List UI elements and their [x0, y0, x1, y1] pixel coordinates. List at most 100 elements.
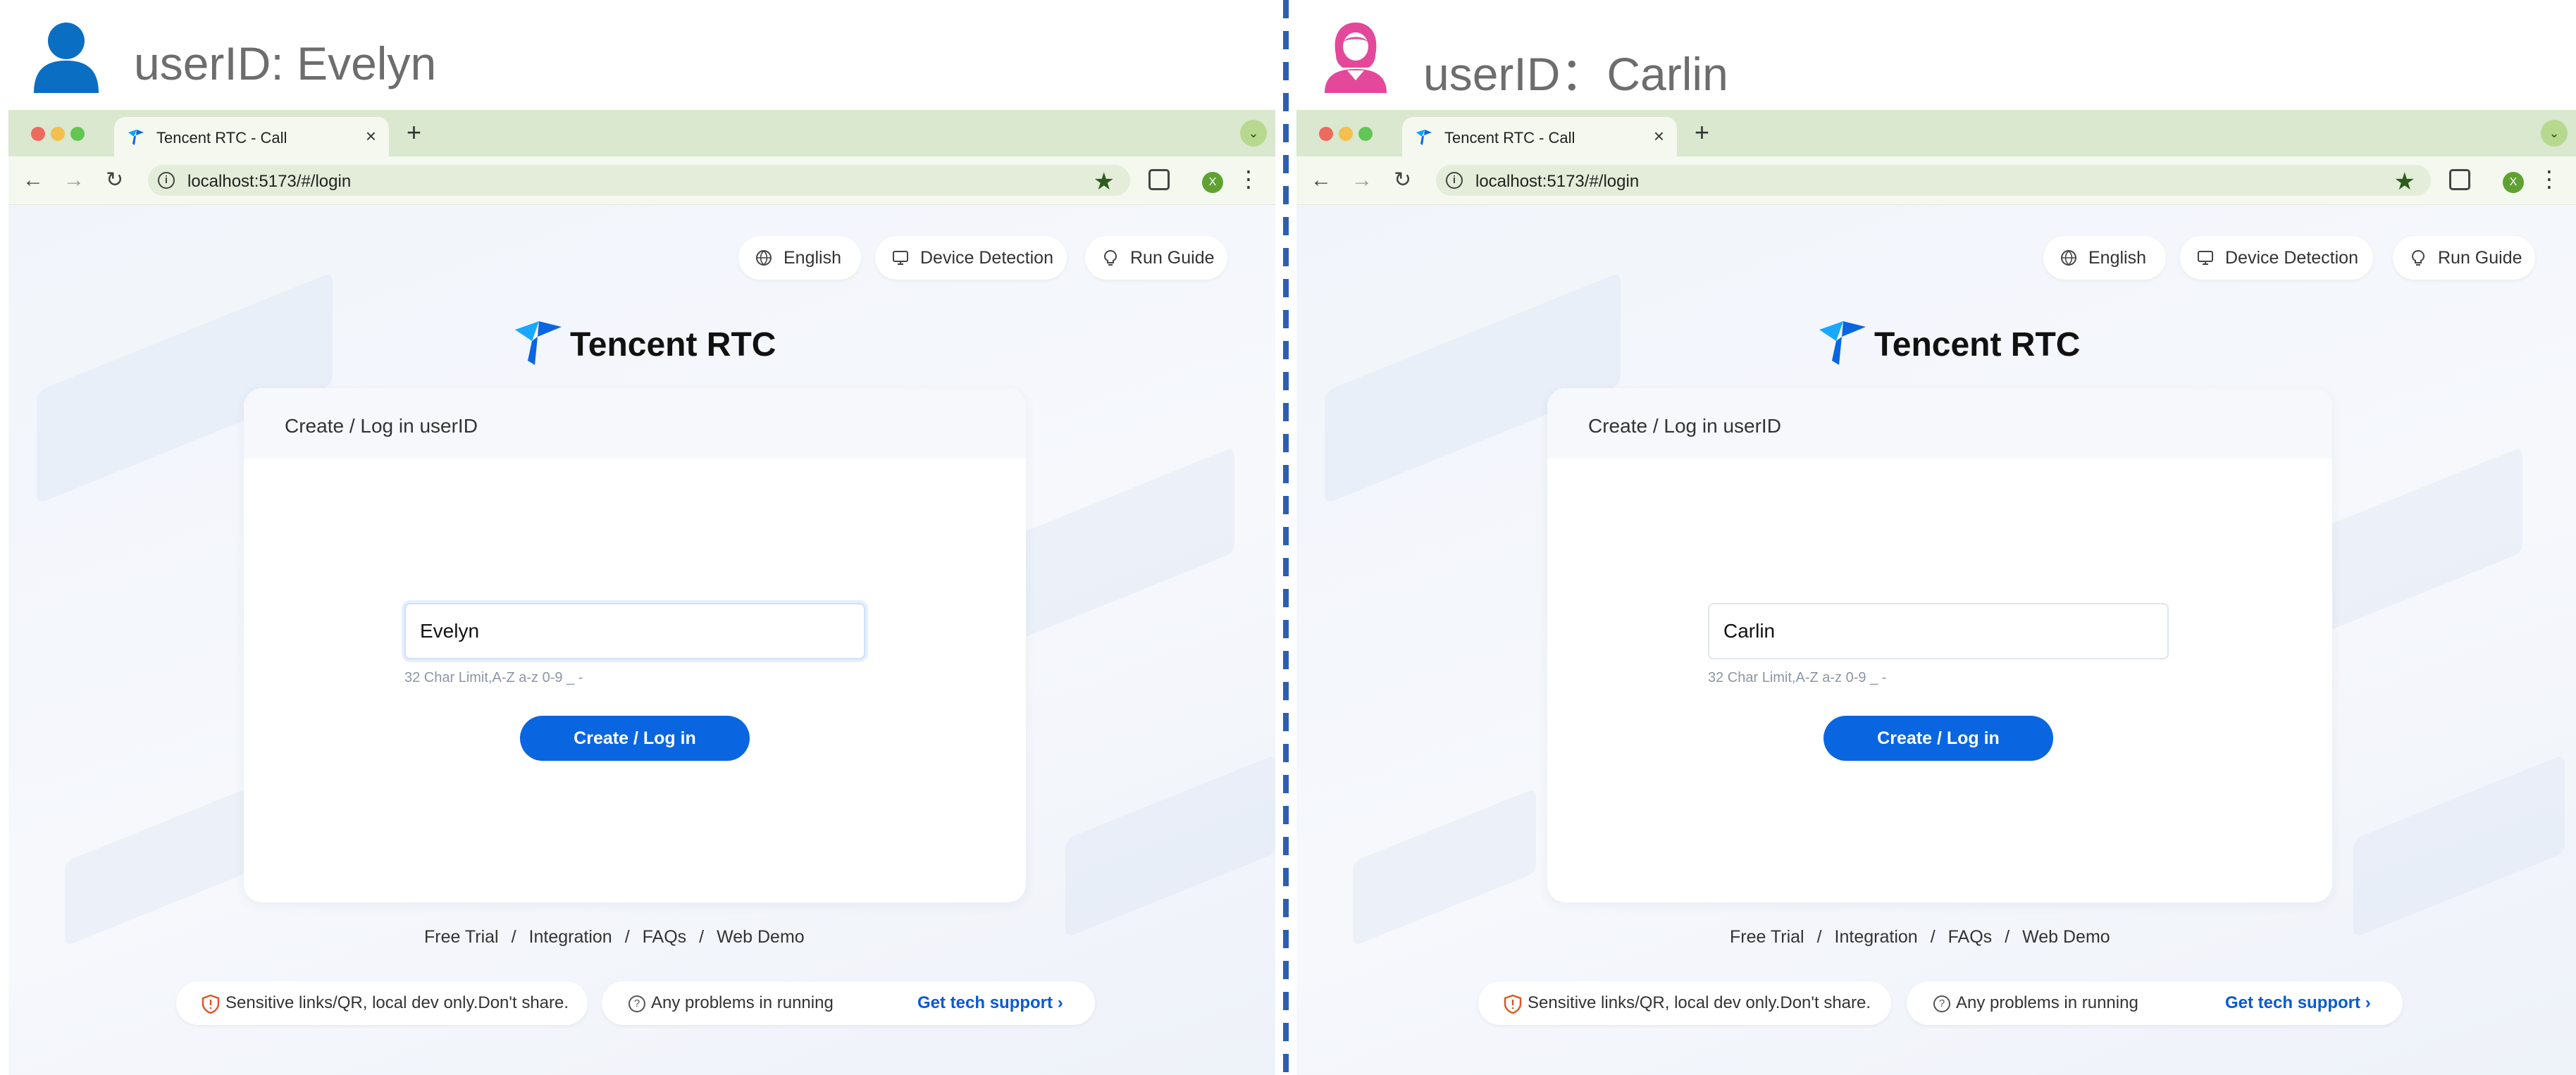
- session-evelyn: userID: Evelyn Tencent RTC - Call × + ⌄ …: [0, 0, 1275, 1075]
- user-header: userID：Carlin: [1296, 0, 2576, 110]
- userid-hint: 32 Char Limit,A-Z a-z 0-9 _ -: [404, 670, 583, 685]
- footer-links: Free Trial / Integration / FAQs / Web Demo: [424, 927, 805, 947]
- new-tab-icon[interactable]: +: [1695, 118, 1709, 147]
- reload-icon[interactable]: ↻: [106, 166, 123, 194]
- page-content: English Device Detection Run Guide Tence…: [8, 205, 1275, 1075]
- device-detection-label: Device Detection: [920, 248, 1053, 268]
- tech-support-label: Get tech support: [2225, 993, 2361, 1012]
- shield-warning-icon: [1504, 994, 1522, 1014]
- run-guide-button[interactable]: Run Guide: [2393, 236, 2535, 280]
- tab-close-icon[interactable]: ×: [366, 125, 376, 147]
- footer-separator: /: [1930, 927, 1936, 947]
- security-notice-text: Sensitive links/QR, local dev only.Don't…: [225, 993, 569, 1012]
- language-button[interactable]: English: [2043, 236, 2166, 280]
- userid-input[interactable]: [1708, 603, 2169, 659]
- help-circle-icon: ?: [628, 995, 645, 1012]
- url-text: localhost:5173/#/login: [1475, 172, 1640, 191]
- female-user-icon: [1325, 23, 1387, 93]
- get-tech-support-link[interactable]: Get tech support ›: [917, 981, 1063, 1025]
- user-header: userID: Evelyn: [0, 0, 1275, 110]
- forward-arrow-icon[interactable]: →: [63, 166, 85, 194]
- session-carlin: userID：Carlin Tencent RTC - Call × + ⌄ ←…: [1296, 0, 2576, 1075]
- chevron-right-icon: ›: [2365, 993, 2371, 1012]
- browser-window: Tencent RTC - Call × + ⌄ ← → ↻ i localho…: [8, 110, 1275, 1075]
- url-text: localhost:5173/#/login: [187, 172, 352, 191]
- integration-link[interactable]: Integration: [529, 927, 612, 947]
- session-divider: [1283, 0, 1289, 1075]
- bookmark-star-icon[interactable]: ★: [2394, 168, 2415, 196]
- tech-support-label: Get tech support: [917, 993, 1053, 1012]
- lightbulb-icon: [2411, 249, 2425, 266]
- free-trial-link[interactable]: Free Trial: [424, 927, 499, 947]
- footer-separator: /: [2005, 927, 2010, 947]
- tencent-rtc-logo-icon: [515, 321, 562, 365]
- extensions-icon[interactable]: [2449, 169, 2470, 190]
- tab-title: Tencent RTC - Call: [1444, 129, 1575, 147]
- minimize-window-button[interactable]: [51, 127, 65, 141]
- web-demo-link[interactable]: Web Demo: [717, 927, 805, 947]
- tab-search-icon[interactable]: ⌄: [2541, 120, 2568, 147]
- lightbulb-icon: [1103, 249, 1117, 266]
- browser-toolbar: ← → ↻ i localhost:5173/#/login ★ X ⋮: [8, 156, 1275, 205]
- browser-menu-icon[interactable]: ⋮: [2538, 165, 2560, 193]
- globe-icon: [756, 250, 772, 266]
- reload-icon[interactable]: ↻: [1394, 166, 1411, 194]
- userid-input[interactable]: [404, 603, 865, 659]
- user-title: userID：Carlin: [1423, 48, 1728, 100]
- tab-bar: Tencent RTC - Call × + ⌄: [1296, 110, 2576, 156]
- background-decoration: [2353, 754, 2565, 938]
- back-arrow-icon[interactable]: ←: [23, 166, 44, 194]
- faqs-link[interactable]: FAQs: [643, 927, 687, 947]
- site-info-icon[interactable]: i: [158, 172, 175, 189]
- browser-menu-icon[interactable]: ⋮: [1237, 165, 1260, 193]
- userid-hint: 32 Char Limit,A-Z a-z 0-9 _ -: [1708, 670, 1887, 685]
- zoom-window-button[interactable]: [1358, 127, 1373, 141]
- faqs-link[interactable]: FAQs: [1948, 927, 1993, 947]
- site-info-icon[interactable]: i: [1446, 172, 1463, 189]
- background-decoration: [1065, 754, 1275, 938]
- browser-window: Tencent RTC - Call × + ⌄ ← → ↻ i localho…: [1296, 110, 2576, 1075]
- integration-link[interactable]: Integration: [1835, 927, 1918, 947]
- address-bar[interactable]: i localhost:5173/#/login ★: [148, 165, 1130, 196]
- extensions-icon[interactable]: [1148, 169, 1170, 190]
- language-button[interactable]: English: [738, 236, 861, 280]
- zoom-window-button[interactable]: [70, 127, 85, 141]
- device-detection-button[interactable]: Device Detection: [2180, 236, 2373, 280]
- help-text: Any problems in running: [651, 993, 834, 1012]
- run-guide-button[interactable]: Run Guide: [1085, 236, 1227, 280]
- get-tech-support-link[interactable]: Get tech support ›: [2225, 981, 2371, 1025]
- footer-separator: /: [624, 927, 630, 947]
- browser-tab[interactable]: Tencent RTC - Call ×: [114, 117, 389, 156]
- profile-avatar[interactable]: X: [1202, 172, 1223, 193]
- monitor-icon: [893, 251, 908, 265]
- help-text: Any problems in running: [1956, 993, 2138, 1012]
- create-login-button[interactable]: Create / Log in: [520, 716, 750, 761]
- tab-search-icon[interactable]: ⌄: [1240, 120, 1267, 147]
- tech-support-bar: ? Any problems in running Get tech suppo…: [1907, 981, 2403, 1025]
- back-arrow-icon[interactable]: ←: [1311, 166, 1332, 194]
- new-tab-icon[interactable]: +: [407, 118, 421, 147]
- browser-tab[interactable]: Tencent RTC - Call ×: [1402, 117, 1677, 156]
- card-title: Create / Log in userID: [285, 415, 478, 437]
- close-window-button[interactable]: [31, 127, 45, 141]
- help-circle-icon: ?: [1933, 995, 1950, 1012]
- tab-bar: Tencent RTC - Call × + ⌄: [8, 110, 1275, 156]
- forward-arrow-icon[interactable]: →: [1351, 166, 1373, 194]
- user-title: userID: Evelyn: [134, 37, 437, 89]
- create-login-button[interactable]: Create / Log in: [1823, 716, 2053, 761]
- tab-close-icon[interactable]: ×: [1654, 125, 1664, 147]
- language-label: English: [2088, 248, 2146, 268]
- web-demo-link[interactable]: Web Demo: [2022, 927, 2110, 947]
- close-window-button[interactable]: [1319, 127, 1333, 141]
- profile-avatar[interactable]: X: [2503, 172, 2524, 193]
- background-decoration: [65, 788, 248, 947]
- free-trial-link[interactable]: Free Trial: [1730, 927, 1804, 947]
- globe-icon: [2061, 250, 2076, 266]
- minimize-window-button[interactable]: [1339, 127, 1353, 141]
- run-guide-label: Run Guide: [1130, 248, 1215, 268]
- shield-warning-icon: [202, 994, 220, 1014]
- address-bar[interactable]: i localhost:5173/#/login ★: [1436, 165, 2431, 196]
- device-detection-button[interactable]: Device Detection: [875, 236, 1067, 280]
- language-label: English: [784, 248, 841, 268]
- bookmark-star-icon[interactable]: ★: [1094, 168, 1115, 196]
